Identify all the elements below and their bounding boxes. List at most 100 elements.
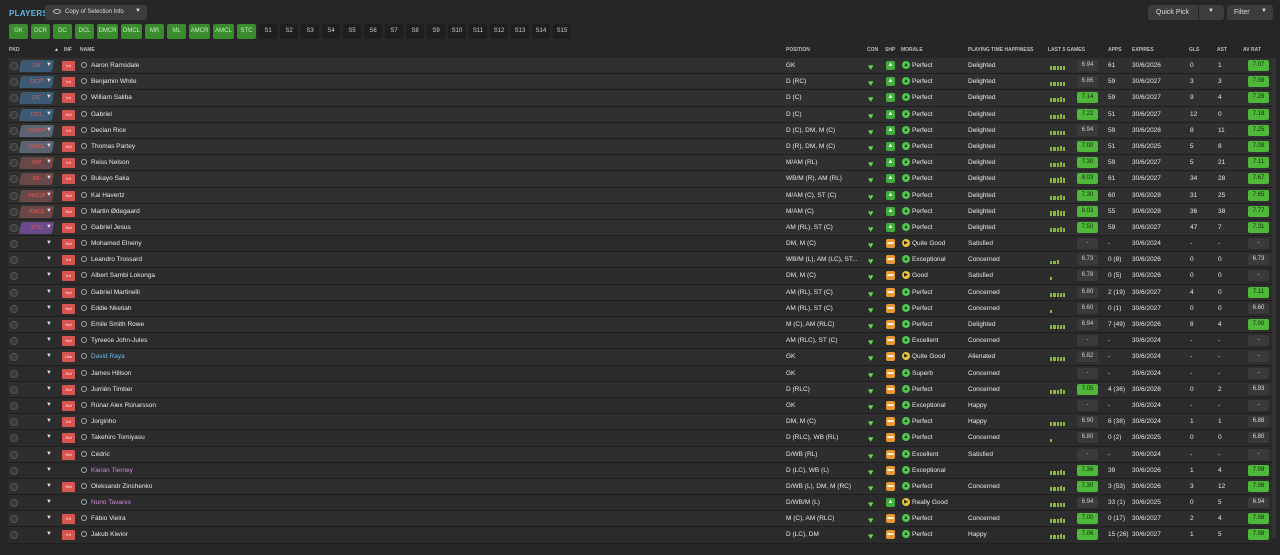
picked-checkbox[interactable] [10,385,18,394]
quick-pick-button[interactable]: Quick Pick ▼ [1148,5,1224,20]
player-name[interactable]: Mohamed Elneny [91,240,142,247]
chevron-down-icon[interactable]: ▼ [46,62,52,68]
player-name[interactable]: Declan Rice [91,127,126,134]
col-morale[interactable]: MORALE [901,47,923,53]
table-row[interactable]: MR ▼ Int Reiss Nelson M/AM (RL) ♥ ▲ ▲ Perfect Del… [8,155,1272,172]
chevron-down-icon[interactable]: ▼ [46,515,52,521]
player-name[interactable]: Oleksandr Zinchenko [91,483,152,490]
table-row[interactable]: AMCL ▼ Hol Martin Ødegaard M/AM (C) ♥ ▲ ▲ Perfec… [8,203,1272,220]
table-row[interactable]: DCR ▼ Int Benjamin White D (RC) ♥ ▲ ▲ Perfect Del… [8,74,1272,91]
player-name[interactable]: Eddie Nketiah [91,305,131,312]
position-pill-dmcl[interactable]: DMCL [121,24,142,39]
table-row[interactable]: ▼ Hol Tyreece John-Jules AM (RLC), ST (C) ♥ ▬… [8,333,1272,350]
table-row[interactable]: ▼ Hol Rúnar Alex Rúnarsson GK ♥ ▬ ▲ Exceptional… [8,397,1272,415]
col-avrat[interactable]: AV RAT [1243,47,1261,53]
player-name[interactable]: Tyreece John-Jules [91,337,147,344]
picked-checkbox[interactable] [10,159,18,168]
player-name[interactable]: Bukayo Saka [91,175,129,182]
table-row[interactable]: DMCR ▼ Int Declan Rice D (C), DM, M (C) ♥ ▲ ▲ Pe… [8,122,1272,139]
picked-checkbox[interactable] [10,94,18,103]
table-row[interactable]: ▼ Hol Cédric D/WB (RL) ♥ ▬ ▲ Excellent Satisfied… [8,446,1272,463]
chevron-down-icon[interactable]: ▼ [46,175,52,181]
col-position[interactable]: POSITION [786,47,810,53]
picked-checkbox[interactable] [10,418,18,427]
col-pkd[interactable]: PKD [9,47,20,53]
picked-checkbox[interactable] [10,78,18,87]
player-name[interactable]: Aaron Ramsdale [91,62,139,69]
table-row[interactable]: ▼ Unk David Raya GK ♥ ▬ ▶ Quite Good Alienated 6.… [8,349,1272,366]
picked-checkbox[interactable] [10,531,18,540]
table-row[interactable]: ▼ Hol Eddie Nketiah AM (RL), ST (C) ♥ ▬ ▲ Perfe… [8,300,1272,317]
table-row[interactable]: ▼ Hol Emile Smith Rowe M (C), AM (RLC) ♥ ▬ ▲ Pe… [8,317,1272,334]
position-pill-dmcr[interactable]: DMCR [97,24,118,39]
chevron-down-icon[interactable]: ▼ [46,256,52,262]
col-apps[interactable]: APPS [1108,47,1122,53]
position-pill-s8[interactable]: S8 [406,24,424,39]
chevron-down-icon[interactable]: ▼ [46,192,52,198]
position-pill-s9[interactable]: S9 [427,24,445,39]
picked-checkbox[interactable] [10,223,18,232]
position-pill-s13[interactable]: S13 [511,24,529,39]
table-row[interactable]: ▼ Hol Mohamed Elneny DM, M (C) ♥ ▬ ▶ Quite Good… [8,236,1272,253]
player-name[interactable]: Gabriel [91,111,112,118]
chevron-down-icon[interactable]: ▼ [46,224,52,230]
picked-checkbox[interactable] [10,110,18,119]
table-row[interactable]: ▼ Int Jorginho DM, M (C) ♥ ▬ ▲ Perfect Happy 6.90… [8,414,1272,431]
picked-checkbox[interactable] [10,499,18,508]
table-row[interactable]: ▼ Nuno Tavares D/WB/M (L) ♥ ▲ ▶ Really Good 6.9… [8,495,1272,512]
picked-checkbox[interactable] [10,62,18,70]
picked-checkbox[interactable] [10,401,18,410]
chevron-down-icon[interactable]: ▼ [46,289,52,295]
player-name[interactable]: Emile Smith Rowe [91,321,144,328]
player-name[interactable]: Gabriel Martinelli [91,289,140,296]
player-name[interactable]: Kai Havertz [91,192,125,199]
position-pill-s4[interactable]: S4 [322,24,340,39]
position-pill-mr[interactable]: MR [145,24,164,39]
chevron-down-icon[interactable]: ▼ [46,94,52,100]
picked-checkbox[interactable] [10,272,18,281]
table-row[interactable]: DMCL ▼ Hol Thomas Partey D (R), DM, M (C) ♥ ▲ ▲… [8,138,1272,156]
chevron-down-icon[interactable]: ▼ [46,467,52,473]
picked-checkbox[interactable] [10,126,18,135]
player-name[interactable]: Gabriel Jesus [91,224,131,231]
table-row[interactable]: ▼ Hol Jurriën Timber D (RLC) ♥ ▬ ▲ Perfect Conce… [8,381,1272,398]
chevron-down-icon[interactable]: ▼ [46,208,52,214]
table-row[interactable]: ▼ Hol Oleksandr Zinchenko D/WB (L), DM, M (… [8,478,1272,496]
player-name[interactable]: Thomas Partey [91,143,135,150]
chevron-down-icon[interactable]: ▼ [46,337,52,343]
col-last5[interactable]: LAST 5 GAMES [1048,47,1085,53]
chevron-down-icon[interactable]: ▼ [46,434,52,440]
chevron-down-icon[interactable]: ▼ [46,402,52,408]
picked-checkbox[interactable] [10,256,18,265]
player-name[interactable]: Takehiro Tomiyasu [91,434,145,441]
col-expires[interactable]: EXPIRES [1132,47,1154,53]
position-pill-s7[interactable]: S7 [385,24,403,39]
position-pill-s2[interactable]: S2 [280,24,298,39]
picked-checkbox[interactable] [10,207,18,216]
chevron-down-icon[interactable]: ▼ [46,305,52,311]
picked-checkbox[interactable] [10,434,18,443]
position-pill-s11[interactable]: S11 [469,24,487,39]
chevron-down-icon[interactable]: ▼ [46,111,52,117]
player-name[interactable]: William Saliba [91,94,132,101]
table-row[interactable]: ▼ Kieran Tierney D (LC), WB (L) ♥ ▬ ▲ Exceptio… [8,462,1272,479]
picked-checkbox[interactable] [10,353,18,362]
chevron-down-icon[interactable]: ▼ [46,353,52,359]
player-name[interactable]: Jorginho [91,418,116,425]
table-row[interactable]: DCL ▼ Hol Gabriel D (C) ♥ ▲ ▲ Perfect Delighted 7.… [8,106,1272,123]
position-pill-stc[interactable]: STC [237,24,256,39]
table-row[interactable]: ▼ Hol James Hillson GK ♥ ▬ ▲ Superb Concerned - - 3… [8,365,1272,382]
position-pill-s5[interactable]: S5 [343,24,361,39]
position-pill-amcl[interactable]: AMCL [213,24,234,39]
table-row[interactable]: ▼ Int Fábio Vieira M (C), AM (RLC) ♥ ▬ ▲ Perfec… [8,511,1272,528]
position-pill-amcr[interactable]: AMCR [189,24,210,39]
table-row[interactable]: DC ▼ Int William Saliba D (C) ♥ ▲ ▲ Perfect Delig… [8,90,1272,107]
player-name[interactable]: Benjamin White [91,78,137,85]
position-pill-s12[interactable]: S12 [490,24,508,39]
player-name[interactable]: Rúnar Alex Rúnarsson [91,402,156,409]
chevron-down-icon[interactable]: ▼ [46,272,52,278]
chevron-down-icon[interactable]: ▼ [46,78,52,84]
scrollbar[interactable] [1272,58,1276,538]
picked-checkbox[interactable] [10,466,18,475]
position-pill-s14[interactable]: S14 [532,24,550,39]
